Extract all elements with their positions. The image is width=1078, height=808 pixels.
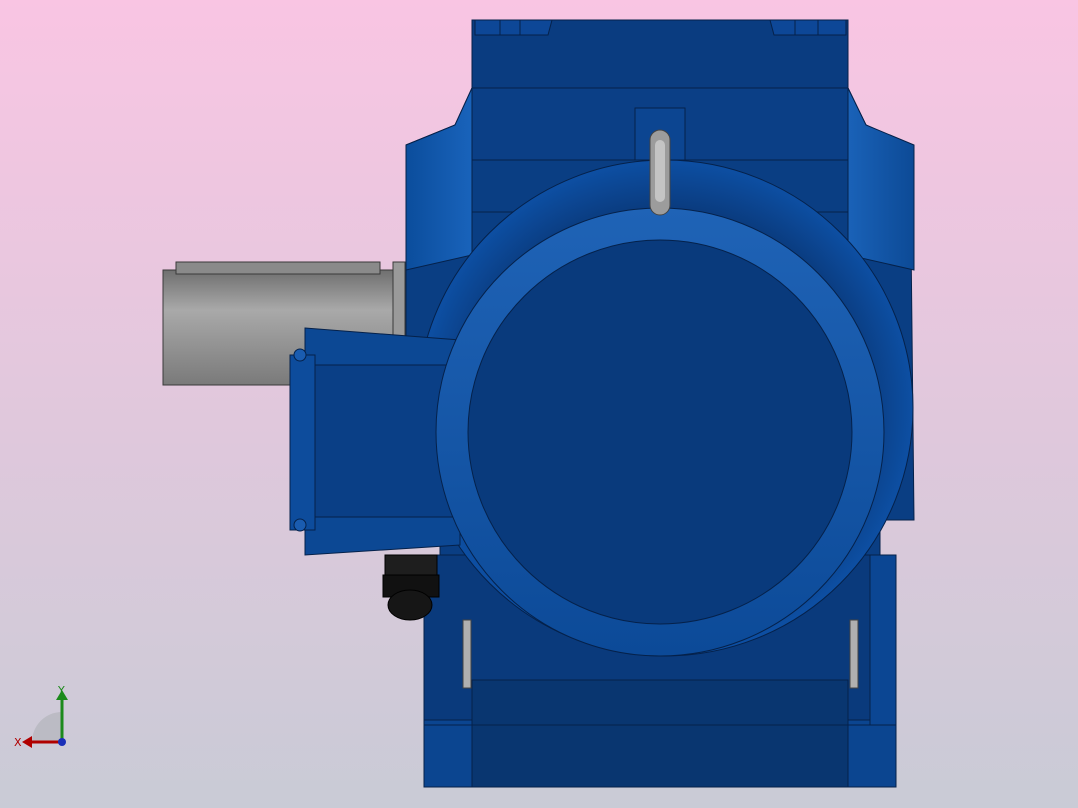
lifting-eye[interactable]: [649, 129, 671, 216]
cable-gland[interactable]: [382, 554, 440, 621]
triad-x-label: X: [14, 736, 22, 749]
terminal-box[interactable]: [289, 327, 461, 556]
triad-arc-icon: [32, 712, 62, 742]
orientation-triad[interactable]: Y X: [10, 684, 80, 754]
3d-viewport[interactable]: Y X: [0, 0, 1078, 808]
triad-y-label: Y: [57, 684, 65, 697]
fan-cover-face: [467, 239, 853, 625]
cad-model-canvas[interactable]: [0, 0, 1078, 808]
